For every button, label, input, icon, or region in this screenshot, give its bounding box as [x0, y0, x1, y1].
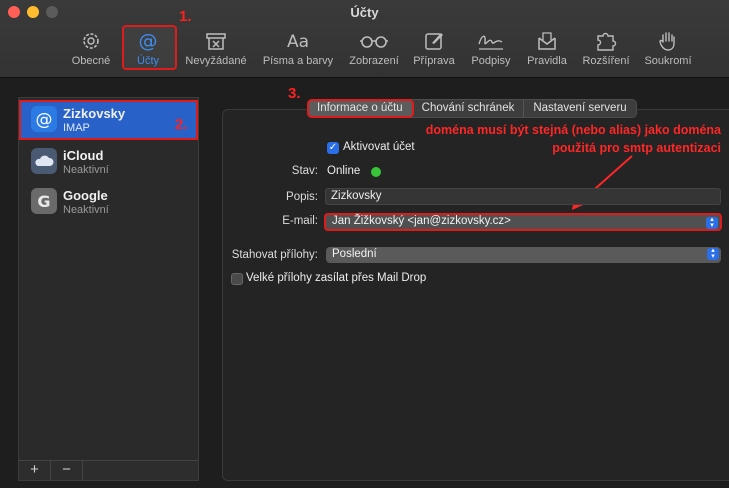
toolbar-label: Písma a barvy: [262, 55, 334, 67]
rules-icon: [538, 32, 556, 50]
maildrop-checkbox[interactable]: [231, 273, 243, 285]
add-account-button[interactable]: +: [19, 461, 51, 480]
step-1-marker: 1.: [179, 8, 192, 25]
toolbar-viewing[interactable]: Zobrazení: [345, 30, 403, 74]
window-title: Účty: [350, 5, 379, 20]
toolbar-accounts[interactable]: @ Účty: [125, 30, 171, 74]
account-type: IMAP: [63, 122, 90, 134]
svg-text:Aa: Aa: [287, 32, 309, 52]
email-label: E-mail:: [282, 215, 318, 227]
status-value: Online: [327, 165, 361, 177]
step-3-marker: 3.: [288, 85, 301, 102]
account-name: Google: [63, 188, 108, 203]
gear-icon: [83, 33, 99, 49]
toolbar-label: Rozšíření: [582, 55, 630, 67]
account-row-zizkovsky[interactable]: @ Zizkovsky IMAP: [19, 100, 198, 140]
toolbar-label: Soukromí: [644, 55, 692, 67]
enable-account-checkbox[interactable]: ✓: [327, 142, 339, 154]
toolbar-general[interactable]: Obecné: [68, 30, 114, 74]
fonts-icon: Aa: [287, 32, 309, 52]
tab-server-settings[interactable]: Nastavení serveru: [524, 100, 635, 117]
toolbar-label: Zobrazení: [349, 55, 399, 67]
chevron-updown-icon: ▴ ▾: [706, 216, 718, 229]
preferences-toolbar: Obecné @ Účty Nevyžádané Aa Písma a barv…: [0, 30, 729, 74]
junk-icon: [206, 33, 226, 50]
tab-account-info[interactable]: Informace o účtu: [307, 99, 414, 118]
enable-account-label: Aktivovat účet: [343, 141, 415, 153]
google-icon: G: [31, 188, 57, 214]
account-row-icloud[interactable]: iCloud Neaktivní: [19, 142, 198, 182]
at-icon: @: [31, 106, 57, 132]
toolbar-label: Příprava: [413, 55, 455, 67]
description-label: Popis:: [286, 191, 318, 203]
download-attachments-select[interactable]: Poslední ▴ ▾: [326, 247, 721, 263]
toolbar-fonts[interactable]: Aa Písma a barvy: [259, 30, 337, 74]
toolbar-label: Nevyžádané: [185, 55, 247, 67]
toolbar-junk[interactable]: Nevyžádané: [181, 30, 251, 74]
accounts-sidebar: @ Zizkovsky IMAP 2. iCloud Neaktivní G G…: [18, 97, 199, 481]
maildrop-label: Velké přílohy zasílat přes Mail Drop: [246, 272, 427, 284]
puzzle-icon: [597, 32, 617, 51]
account-status: Neaktivní: [63, 164, 109, 176]
download-attachments-label: Stahovat přílohy:: [231, 249, 318, 261]
compose-icon: [425, 33, 443, 50]
toolbar-rules[interactable]: Pravidla: [523, 30, 571, 74]
glasses-icon: [360, 36, 388, 48]
settings-tabs: Informace o účtu Chování schránek Nastav…: [307, 99, 637, 118]
account-status: Neaktivní: [63, 204, 109, 216]
svg-text:@: @: [139, 30, 158, 52]
remove-account-button[interactable]: −: [51, 461, 83, 480]
svg-text:G: G: [37, 192, 50, 211]
toolbar-label: Účty: [137, 55, 159, 67]
toolbar-label: Pravidla: [527, 55, 567, 67]
account-row-google[interactable]: G Google Neaktivní: [19, 182, 198, 222]
toolbar-signatures[interactable]: Podpisy: [466, 30, 516, 74]
svg-text:@: @: [36, 110, 53, 130]
chevron-updown-icon: ▴ ▾: [707, 247, 719, 260]
toolbar-label: Podpisy: [471, 55, 511, 67]
icloud-icon: [31, 148, 57, 174]
download-attachments-value: Poslední: [332, 248, 377, 260]
step-2-marker: 2.: [175, 116, 188, 133]
description-input[interactable]: Zizkovsky: [325, 188, 721, 205]
toolbar-composing[interactable]: Příprava: [410, 30, 458, 74]
email-select-value: Jan Žižkovský <jan@zizkovsky.cz>: [332, 215, 511, 227]
status-label: Stav:: [291, 165, 318, 177]
sidebar-footer: + −: [19, 460, 198, 480]
toolbar-extensions[interactable]: Rozšíření: [578, 30, 634, 74]
toolbar-label: Obecné: [71, 55, 111, 67]
at-icon: @: [139, 30, 158, 52]
annotation-line-1: doména musí být stejná (nebo alias) jako…: [425, 123, 721, 137]
hand-icon: [659, 32, 675, 51]
online-status-dot: [371, 167, 381, 177]
toolbar-privacy[interactable]: Soukromí: [641, 30, 695, 74]
signature-icon: [478, 35, 503, 50]
account-name: Zizkovsky: [63, 106, 126, 121]
account-name: iCloud: [63, 148, 104, 163]
tab-mailbox-behaviors[interactable]: Chování schránek: [413, 100, 525, 117]
email-select[interactable]: Jan Žižkovský <jan@zizkovsky.cz> ▴ ▾: [324, 213, 722, 231]
